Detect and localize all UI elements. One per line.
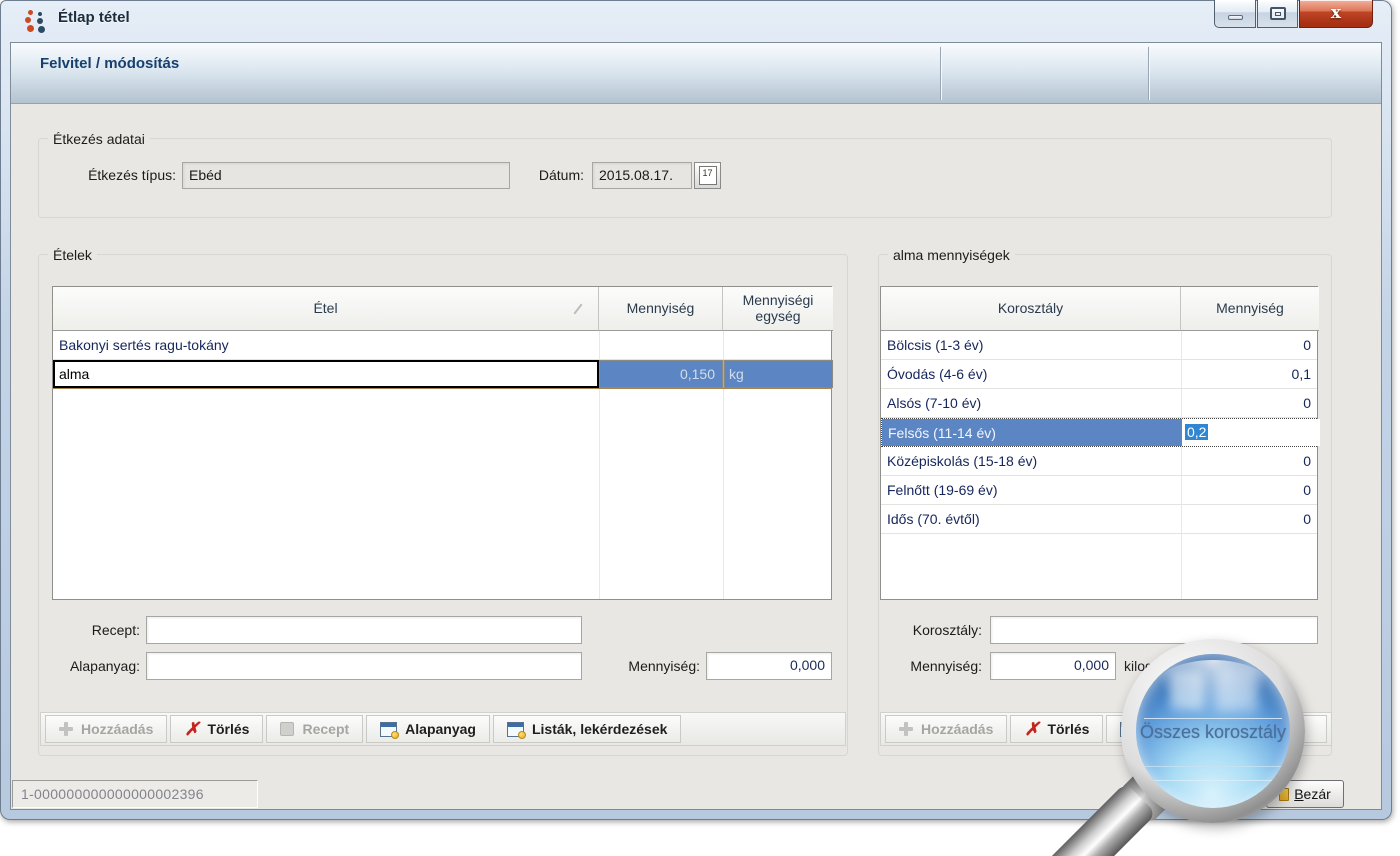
meal-data-group-label: Étkezés adatai [48, 131, 150, 147]
food-name-cell[interactable]: Bakonyi sertés ragu-tokány [53, 331, 599, 359]
qty-cell[interactable]: 0,1 [1181, 360, 1319, 388]
age-cell-selected[interactable]: Felsős (11-14 év) [882, 419, 1182, 446]
delete-icon: ✗ [184, 720, 199, 738]
quantity-label: Mennyiség: [600, 653, 700, 680]
column-header-unit[interactable]: Mennyiségi egység [723, 287, 833, 331]
food-name-cell-editing[interactable]: alma [53, 360, 599, 388]
quantity-label: Mennyiség: [880, 653, 982, 680]
delete-icon: ✗ [1024, 720, 1039, 738]
magnifier-overlay: Összes korosztály [1121, 639, 1305, 823]
ingredient-input[interactable] [146, 652, 582, 680]
recipe-input[interactable] [146, 616, 582, 644]
table-row[interactable]: Alsós (7-10 év) 0 [881, 389, 1317, 418]
minimize-icon [1228, 15, 1243, 20]
add-food-button[interactable]: Hozzáadás [45, 715, 167, 743]
delete-food-button[interactable]: ✗ Törlés [170, 715, 263, 743]
qty-cell[interactable]: 0 [1181, 331, 1319, 359]
qty-cell[interactable]: 0 [1181, 476, 1319, 504]
foods-group-label: Ételek [48, 247, 97, 263]
page-title: Felvitel / módosítás [40, 55, 179, 72]
plus-icon [59, 722, 73, 736]
lists-queries-button[interactable]: Listák, lekérdezések [493, 715, 681, 743]
window-title: Étlap tétel [58, 9, 130, 26]
edited-value: 0,2 [1185, 424, 1208, 440]
magnifier-lens: Összes korosztály [1136, 654, 1290, 808]
table-row[interactable]: Középiskolás (15-18 év) 0 [881, 447, 1317, 476]
table-row[interactable]: Óvodás (4-6 év) 0,1 [881, 360, 1317, 389]
food-qty-cell[interactable] [599, 331, 723, 359]
record-id-field: 1-000000000000000002396 [12, 780, 258, 808]
table-row-selected[interactable]: alma 0,150 kg [53, 360, 831, 389]
date-label: Dátum: [514, 162, 584, 189]
header-band [11, 43, 1381, 104]
column-header-qty[interactable]: Mennyiség [599, 287, 723, 331]
delete-portion-button[interactable]: ✗ Törlés [1010, 715, 1103, 743]
app-icon [24, 8, 48, 32]
window-lookup-icon [507, 722, 524, 737]
column-header-food[interactable]: Étel [53, 287, 599, 331]
foods-toolbar: Hozzáadás ✗ Törlés Recept Alapanyag List… [40, 712, 846, 746]
add-portion-button[interactable]: Hozzáadás [885, 715, 1007, 743]
age-cell[interactable]: Óvodás (4-6 év) [881, 360, 1181, 388]
age-group-input[interactable] [990, 616, 1318, 644]
food-unit-cell[interactable] [723, 331, 833, 359]
table-row[interactable]: Idős (70. évtől) 0 [881, 505, 1317, 534]
qty-cell[interactable]: 0 [1181, 505, 1319, 533]
close-icon: x [1331, 5, 1341, 22]
meal-type-label: Étkezés típus: [58, 162, 176, 189]
age-group-label: Korosztály: [880, 617, 982, 644]
close-window-button[interactable]: x [1299, 0, 1373, 28]
age-cell[interactable]: Bölcsis (1-3 év) [881, 331, 1181, 359]
screen: Étlap tétel x Felvitel / módosítás Étkez… [0, 0, 1400, 856]
qty-cell[interactable]: 0 [1181, 447, 1319, 475]
header-separator [1148, 47, 1150, 100]
recipe-button[interactable]: Recept [266, 715, 363, 743]
foods-table: Étel Mennyiség Mennyiségi egység Bakonyi… [52, 286, 832, 600]
table-row-selected[interactable]: Felsős (11-14 év) 0,2 [881, 418, 1317, 447]
maximize-button[interactable] [1257, 0, 1298, 28]
quantity-input[interactable]: 0,000 [706, 652, 832, 680]
ingredient-label: Alapanyag: [40, 653, 140, 680]
age-cell[interactable]: Felnőtt (19-69 év) [881, 476, 1181, 504]
plus-icon [899, 722, 913, 736]
recipe-label: Recept: [40, 617, 140, 644]
magnified-button-text: Összes korosztály [1136, 722, 1290, 743]
titlebar[interactable]: Étlap tétel x [0, 0, 1392, 38]
portions-table: Korosztály Mennyiség Bölcsis (1-3 év) 0 … [880, 286, 1318, 600]
table-row[interactable]: Bakonyi sertés ragu-tokány [53, 331, 831, 360]
age-cell[interactable]: Középiskolás (15-18 év) [881, 447, 1181, 475]
calendar-button[interactable]: 17 [694, 162, 721, 189]
meal-type-field[interactable]: Ebéd [182, 162, 510, 189]
column-header-age[interactable]: Korosztály [881, 287, 1181, 331]
age-cell[interactable]: Idős (70. évtől) [881, 505, 1181, 533]
qty-cell[interactable]: 0 [1181, 389, 1319, 417]
qty-cell-editing[interactable]: 0,2 [1182, 419, 1320, 446]
ingredient-button[interactable]: Alapanyag [366, 715, 490, 743]
table-row[interactable]: Felnőtt (19-69 év) 0 [881, 476, 1317, 505]
age-cell[interactable]: Alsós (7-10 év) [881, 389, 1181, 417]
lens-gloss [1154, 660, 1272, 718]
minimize-button[interactable] [1214, 0, 1256, 28]
close-dialog-label: Bezár [1294, 786, 1331, 802]
column-header-qty[interactable]: Mennyiség [1181, 287, 1319, 331]
calendar-icon: 17 [699, 166, 717, 185]
table-row[interactable]: Bölcsis (1-3 év) 0 [881, 331, 1317, 360]
portions-group-label: alma mennyiségek [888, 247, 1015, 263]
recipe-icon [280, 722, 294, 736]
window-lookup-icon [380, 722, 397, 737]
header-separator [940, 47, 942, 100]
food-qty-cell[interactable]: 0,150 [599, 360, 723, 388]
maximize-icon [1270, 7, 1286, 20]
date-field[interactable]: 2015.08.17. [592, 162, 692, 189]
quantity-input[interactable]: 0,000 [990, 652, 1116, 680]
food-unit-cell[interactable]: kg [723, 360, 833, 388]
